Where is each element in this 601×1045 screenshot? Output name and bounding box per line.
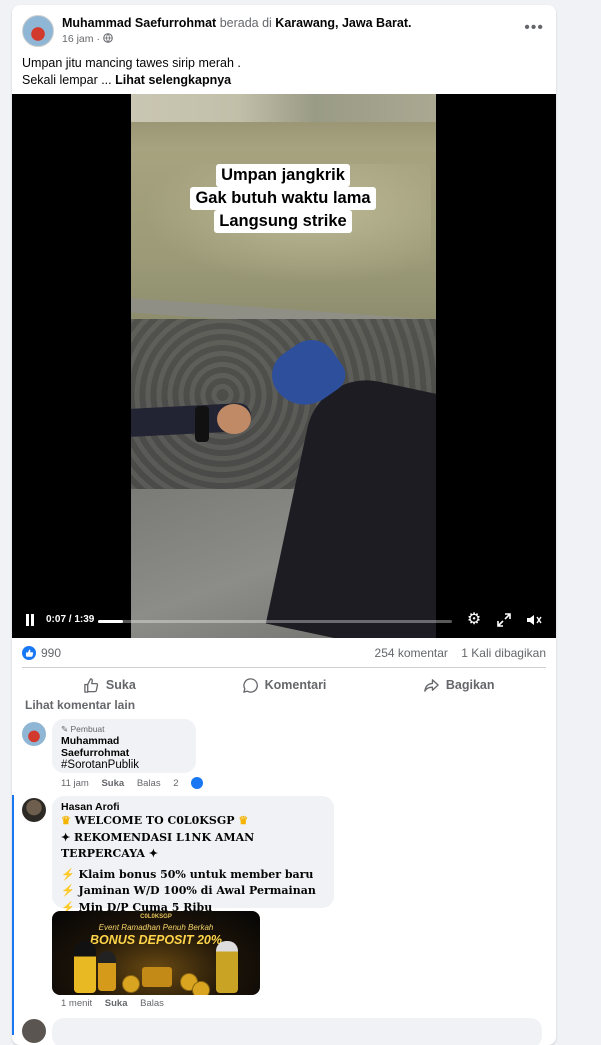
post-text-line1: Umpan jitu mancing tawes sirip merah .	[22, 56, 241, 70]
share-count[interactable]: 1 Kali dibagikan	[461, 646, 546, 660]
post-card: Muhammad Saefurrohmat berada di Karawang…	[12, 5, 556, 1045]
author-name[interactable]: Muhammad Saefurrohmat	[62, 16, 216, 30]
see-more-link[interactable]: Lihat selengkapnya	[115, 73, 231, 87]
comment-label: Komentari	[264, 678, 327, 692]
comment-like-button[interactable]: Suka	[101, 778, 124, 789]
pencil-icon: ✎	[61, 724, 69, 734]
share-icon	[424, 678, 439, 692]
thumbs-up-icon	[84, 677, 99, 693]
video-progress-fill	[98, 620, 123, 623]
coin	[122, 975, 140, 993]
river-wall	[131, 94, 436, 122]
figure-child	[98, 951, 116, 991]
banner-subtitle: Event Ramadhan Penuh Berkah	[98, 923, 214, 932]
like-count[interactable]: 990	[41, 646, 61, 660]
comment-line: ✦ REKOMENDASI L1NK AMAN TERPERCAYA ✦	[61, 830, 255, 861]
comment-time[interactable]: 1 menit	[61, 998, 92, 1009]
comment-count[interactable]: 254 komentar	[375, 646, 448, 660]
video-time: 0:07 / 1:39	[46, 614, 95, 625]
coin	[192, 981, 210, 995]
post-text-line2: Sekali lempar ...	[22, 73, 112, 87]
comment-icon	[242, 677, 258, 693]
comment-time[interactable]: 11 jam	[61, 778, 89, 789]
comment-line: Klaim bonus 50% untuk member baru	[78, 867, 314, 881]
location-prefix: berada di	[219, 16, 272, 30]
author-badge-label: Pembuat	[70, 724, 105, 734]
comment-line: Jaminan W/D 100% di Awal Permainan	[78, 884, 316, 897]
comment-text[interactable]: ♛ WELCOME TO C0L0KSGP ♛ ✦ REKOMENDASI L1…	[61, 813, 325, 916]
hand	[217, 404, 251, 434]
reaction-count: 2	[173, 777, 179, 789]
like-reaction-icon	[22, 646, 36, 660]
fullscreen-icon[interactable]	[494, 610, 514, 630]
author-avatar[interactable]	[22, 15, 54, 47]
author-badge: ✎ Pembuat	[61, 724, 187, 735]
settings-icon[interactable]: ⚙	[464, 610, 484, 630]
treasure-chest	[142, 967, 172, 987]
commenter-avatar[interactable]	[22, 798, 46, 822]
post-meta: 16 jam ·	[62, 33, 113, 45]
like-label: Suka	[105, 678, 136, 692]
comment-reply-button[interactable]: Balas	[137, 778, 161, 789]
post-stats: 990 254 komentar 1 Kali dibagikan	[22, 645, 546, 665]
caption-line-2: Gak butuh waktu lama	[190, 187, 376, 210]
crown-icon: ♛	[61, 814, 71, 827]
view-more-comments[interactable]: Lihat komentar lain	[25, 698, 135, 712]
caption-line-3: Langsung strike	[214, 210, 352, 233]
post-header: Muhammad Saefurrohmat berada di Karawang…	[22, 15, 546, 49]
video-caption: Umpan jangkrik Gak butuh waktu lama Lang…	[188, 164, 378, 233]
author-line: Muhammad Saefurrohmat berada di Karawang…	[62, 16, 411, 30]
mute-icon[interactable]	[524, 610, 544, 630]
location-link[interactable]: Karawang, Jawa Barat.	[275, 16, 411, 30]
new-comment-indicator	[12, 795, 14, 1035]
commenter-avatar[interactable]	[22, 1019, 46, 1043]
comment-reactions[interactable]: 2	[173, 777, 212, 789]
figure-right	[216, 941, 238, 993]
share-label: Bagikan	[445, 678, 495, 692]
comment-meta: 11 jam Suka Balas 2	[61, 777, 223, 789]
comments-shares: 254 komentar 1 Kali dibagikan	[375, 646, 546, 660]
comment-bubble: ✎ Pembuat Muhammad Saefurrohmat #Sorotan…	[52, 719, 196, 773]
comment-bubble: Hasan Arofi ♛ WELCOME TO C0L0KSGP ♛ ✦ RE…	[52, 796, 334, 914]
post-text: Umpan jitu mancing tawes sirip merah . S…	[22, 55, 241, 89]
pause-icon[interactable]	[24, 614, 36, 626]
commenter-name[interactable]: Hasan Arofi	[61, 801, 325, 813]
post-time[interactable]: 16 jam	[62, 33, 94, 45]
globe-icon	[103, 33, 113, 43]
lightning-icon: ⚡	[61, 884, 75, 897]
comment-text[interactable]: #SorotanPublik	[61, 759, 187, 771]
comment-image[interactable]: C0L0KSGP Event Ramadhan Penuh Berkah BON…	[52, 911, 260, 995]
comment-line: WELCOME TO C0L0KSGP	[74, 814, 235, 827]
meta-separator: ·	[96, 33, 100, 45]
commenter-name[interactable]: Muhammad Saefurrohmat	[61, 735, 187, 759]
video-progress-bar[interactable]	[98, 620, 452, 623]
more-options-icon[interactable]: •••	[524, 19, 544, 37]
commenter-avatar[interactable]	[22, 722, 46, 746]
lightning-icon: ⚡	[61, 867, 75, 881]
banner-logo: C0L0KSGP	[140, 914, 172, 920]
like-reaction-icon	[190, 777, 203, 789]
figure-left	[74, 941, 96, 993]
video-controls: 0:07 / 1:39 ⚙	[12, 606, 556, 638]
comment-meta: 1 menit Suka Balas	[61, 998, 174, 1009]
crown-icon: ♛	[238, 814, 249, 827]
comment-reply-button[interactable]: Balas	[140, 998, 164, 1009]
comment-like-button[interactable]: Suka	[105, 998, 128, 1009]
caption-line-1: Umpan jangkrik	[216, 164, 350, 187]
video-player[interactable]: Umpan jangkrik Gak butuh waktu lama Lang…	[12, 94, 556, 638]
comment-bubble	[52, 1018, 542, 1045]
watch	[195, 406, 209, 442]
